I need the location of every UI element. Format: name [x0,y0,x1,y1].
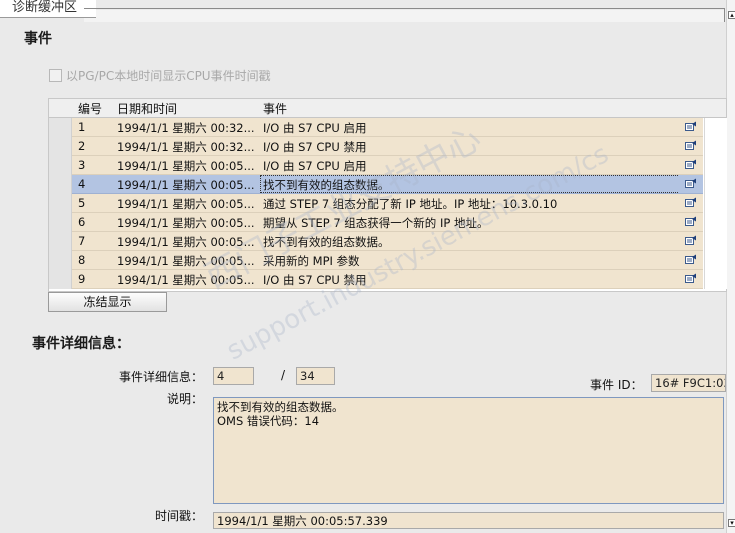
message-icon[interactable] [685,140,697,150]
message-icon[interactable] [685,235,697,245]
cell-number: 9 [78,272,86,286]
event-detail-label: 事件详细信息： [119,370,204,384]
cell-datetime: 1994/1/1 星期六 00:05... [117,216,255,230]
row-header[interactable] [49,118,72,137]
index-separator: / [281,368,286,382]
vertical-scrollbar[interactable] [726,0,735,533]
row-cells[interactable]: 1 1994/1/1 星期六 00:32... I/O 由 S7 CPU 启用 [72,118,702,137]
row-icon-cell[interactable] [679,156,703,175]
row-header[interactable] [49,213,72,232]
row-icon-cell[interactable] [679,194,703,213]
cell-number: 3 [78,158,86,172]
cell-number: 8 [78,253,86,267]
row-tail [704,270,727,289]
table-row[interactable]: 6 1994/1/1 星期六 00:05... 期望从 STEP 7 组态获得一个新… [49,213,727,232]
row-cells[interactable]: 6 1994/1/1 星期六 00:05... 期望从 STEP 7 组态获得一个新… [72,213,702,232]
row-tail [704,232,727,251]
message-icon[interactable] [685,197,697,207]
row-tail [704,251,727,270]
section-title-events: 事件 [24,31,52,47]
message-icon[interactable] [685,273,697,283]
row-header[interactable] [49,270,72,289]
cell-event: I/O 由 S7 CPU 禁用 [263,140,367,154]
column-header-datetime[interactable]: 日期和时间 [117,100,177,117]
row-icon-cell[interactable] [679,175,703,194]
table-row[interactable]: 1 1994/1/1 星期六 00:32... I/O 由 S7 CPU 启用 [49,118,727,137]
row-header[interactable] [49,175,72,194]
column-header-event[interactable]: 事件 [263,100,287,117]
scroll-down-icon[interactable]: ▾ [728,519,735,527]
cell-number: 1 [78,120,86,134]
section-title-event-details: 事件详细信息： [32,336,130,352]
local-time-checkbox-label[interactable]: 以PG/PC本地时间显示CPU事件时间戳 [66,67,271,84]
local-time-checkbox[interactable] [49,69,62,82]
cell-number: 5 [78,196,86,210]
description-text-area[interactable]: 找不到有效的组态数据。 OMS 错误代码：14 [213,397,724,504]
row-header[interactable] [49,137,72,156]
row-tail [704,156,727,175]
event-id-field: 16# F9C1:03 [651,374,726,392]
cell-event: I/O 由 S7 CPU 启用 [263,121,367,135]
message-icon[interactable] [685,178,697,188]
row-tail [704,137,727,156]
row-tail [704,175,727,194]
cell-number: 4 [78,177,86,191]
row-cells[interactable]: 7 1994/1/1 星期六 00:05... 找不到有效的组态数据。 [72,232,702,251]
row-icon-cell[interactable] [679,270,703,289]
column-header-number[interactable]: 编号 [78,100,102,117]
row-tail [704,118,727,137]
cell-datetime: 1994/1/1 星期六 00:05... [117,178,255,192]
header-divider-end [724,8,725,22]
description-label: 说明： [167,392,204,406]
row-icon-cell[interactable] [679,118,703,137]
cell-datetime: 1994/1/1 星期六 00:05... [117,159,255,173]
row-header[interactable] [49,232,72,251]
current-event-index-field[interactable]: 4 [213,367,254,385]
freeze-display-button[interactable]: 冻结显示 [48,292,167,312]
timestamp-field: 1994/1/1 星期六 00:05:57.339 [213,512,724,529]
row-tail [704,194,727,213]
row-tail [704,213,727,232]
row-icon-cell[interactable] [679,213,703,232]
cell-datetime: 1994/1/1 星期六 00:32... [117,140,255,154]
row-icon-cell[interactable] [679,232,703,251]
total-events-field: 34 [296,367,335,385]
header-band [84,10,724,22]
message-icon[interactable] [685,216,697,226]
row-header[interactable] [49,251,72,270]
cell-number: 6 [78,215,86,229]
cell-number: 7 [78,234,86,248]
scroll-up-icon[interactable]: ▴ [728,11,735,19]
row-header[interactable] [49,156,72,175]
message-icon[interactable] [685,159,697,169]
cell-number: 2 [78,139,86,153]
message-icon[interactable] [685,121,697,131]
row-header[interactable] [49,194,72,213]
table-header: 编号 日期和时间 事件 [49,99,726,118]
row-icon-cell[interactable] [679,137,703,156]
event-id-label: 事件 ID： [590,378,643,392]
cell-datetime: 1994/1/1 星期六 00:32... [117,121,255,135]
header-divider [84,8,724,9]
message-icon[interactable] [685,254,697,264]
row-icon-cell[interactable] [679,251,703,270]
table-row[interactable]: 7 1994/1/1 星期六 00:05... 找不到有效的组态数据。 [49,232,727,251]
panel-title: 诊断缓冲区 [0,0,96,18]
cell-datetime: 1994/1/1 星期六 00:05... [117,197,255,211]
timestamp-label: 时间戳： [155,509,204,523]
